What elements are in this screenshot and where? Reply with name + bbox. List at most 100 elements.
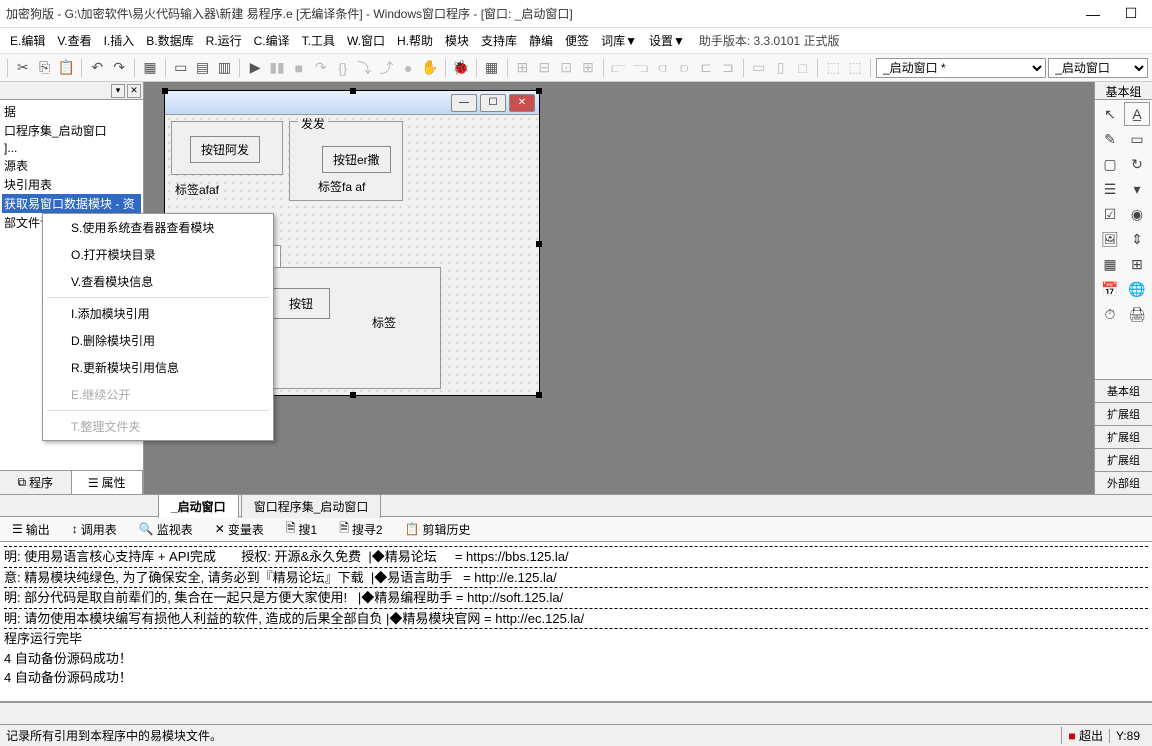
toolbox-tab-external[interactable]: 外部组 [1095, 471, 1152, 494]
form-frame[interactable]: 按钮阿发 [171, 121, 283, 175]
check-tool-icon[interactable]: ☑ [1097, 202, 1123, 226]
window-combo[interactable]: _启动窗口 * [876, 58, 1046, 78]
out-tab-watch[interactable]: 🔍监视表 [131, 518, 201, 541]
out-tab-search2[interactable]: 🗎搜寻2 [331, 516, 390, 543]
out-tab-search1[interactable]: 🗎搜1 [278, 516, 325, 543]
menu-dict[interactable]: 词库▼ [595, 29, 643, 52]
form-label-2[interactable]: 标签fa af [318, 178, 365, 195]
form-label-1[interactable]: 标签afaf [175, 181, 219, 198]
grid-tool-icon[interactable]: ▦ [1097, 252, 1123, 276]
ctx-update-ref[interactable]: R.更新模块引用信息 [43, 354, 273, 381]
hand-icon[interactable]: ✋ [420, 57, 440, 79]
image-tool-icon[interactable]: 🖼 [1097, 227, 1123, 251]
grid-icon[interactable]: ▦ [482, 57, 502, 79]
undo-icon[interactable]: ↶ [87, 57, 107, 79]
menu-insert[interactable]: I.插入 [98, 29, 141, 52]
stepover-icon[interactable]: ⤵ [355, 57, 375, 79]
align8-icon[interactable]: ⫐ [674, 57, 694, 79]
ctx-view-info[interactable]: V.查看模块信息 [43, 268, 273, 295]
component-combo[interactable]: _启动窗口 [1048, 58, 1148, 78]
align3-icon[interactable]: ⊡ [556, 57, 576, 79]
menu-run[interactable]: R.运行 [200, 29, 248, 52]
layout2-icon[interactable]: ▤ [193, 57, 213, 79]
menu-module[interactable]: 模块 [439, 29, 475, 52]
align7-icon[interactable]: ⫏ [653, 57, 673, 79]
tree-item[interactable]: 据 [2, 102, 141, 121]
align4-icon[interactable]: ⊞ [578, 57, 598, 79]
combo-tool-icon[interactable]: ▾ [1124, 177, 1150, 201]
align9-icon[interactable]: ⊏ [696, 57, 716, 79]
toolbox-tab-basic[interactable]: 基本组 [1095, 379, 1152, 402]
form-maximize-icon[interactable]: ☐ [480, 94, 506, 112]
tab-startup-window[interactable]: _启动窗口 [158, 494, 239, 518]
menu-static[interactable]: 静编 [523, 29, 559, 52]
align2-icon[interactable]: ⊟ [534, 57, 554, 79]
output-pane[interactable]: 明: 使用易语言核心支持库 + API完成 授权: 开源&永久免费 |◆精易论坛… [0, 542, 1152, 702]
form-button-3[interactable]: 按钮 [272, 288, 330, 319]
form-icon[interactable]: ▦ [140, 57, 160, 79]
breakpoint-icon[interactable]: ● [398, 57, 418, 79]
stepinto-icon[interactable]: {} [333, 57, 353, 79]
form-minimize-icon[interactable]: — [451, 94, 477, 112]
tree-item-selected[interactable]: 获取易窗口数据模块 - 资 [2, 194, 141, 213]
out-tab-calltable[interactable]: ↕调用表 [64, 518, 125, 541]
frame-tool-icon[interactable]: ▭ [1124, 127, 1150, 151]
label-tool-icon[interactable]: A̲ [1124, 102, 1150, 126]
out-tab-vars[interactable]: ✕变量表 [207, 518, 272, 541]
cut-icon[interactable]: ✂ [13, 57, 33, 79]
pointer-icon[interactable]: ↖ [1097, 102, 1123, 126]
toolbox-tab-ext1[interactable]: 扩展组 [1095, 402, 1152, 425]
tab-properties[interactable]: ☰属性 [72, 471, 144, 494]
panel-close-icon[interactable]: ✕ [127, 84, 141, 98]
scroll-tool-icon[interactable]: ⇕ [1124, 227, 1150, 251]
order1-icon[interactable]: ⬚ [823, 57, 843, 79]
out-tab-clip[interactable]: 📋剪辑历史 [397, 518, 479, 541]
globe-tool-icon[interactable]: 🌐 [1124, 277, 1150, 301]
out-tab-output[interactable]: ☰输出 [4, 518, 58, 541]
form-designer-canvas[interactable]: — ☐ ✕ 按钮阿发 发发 按钮er撒 标签fa af 标签afaf 按钮 标签 [144, 82, 1094, 494]
menu-settings[interactable]: 设置▼ [643, 29, 691, 52]
stop-icon[interactable]: ■ [289, 57, 309, 79]
print-tool-icon[interactable]: 🖨 [1124, 302, 1150, 326]
menu-edit[interactable]: E.编辑 [4, 29, 51, 52]
form-label-3[interactable]: 标签 [372, 314, 396, 331]
tree-item[interactable]: 口程序集_启动窗口 [2, 121, 141, 140]
form-close-icon[interactable]: ✕ [509, 94, 535, 112]
menu-database[interactable]: B.数据库 [140, 29, 199, 52]
toolbox-tab-ext3[interactable]: 扩展组 [1095, 448, 1152, 471]
menu-view[interactable]: V.查看 [51, 29, 97, 52]
form-button-2[interactable]: 按钮er撒 [322, 146, 391, 173]
form-frame-2[interactable]: 发发 按钮er撒 标签fa af [289, 121, 403, 201]
menu-help[interactable]: H.帮助 [391, 29, 439, 52]
table-tool-icon[interactable]: ⊞ [1124, 252, 1150, 276]
menu-compile[interactable]: C.编译 [248, 29, 296, 52]
edit-tool-icon[interactable]: ✎ [1097, 127, 1123, 151]
tab-window-procset[interactable]: 窗口程序集_启动窗口 [241, 494, 382, 518]
tree-item[interactable]: 源表 [2, 156, 141, 175]
size1-icon[interactable]: ▭ [749, 57, 769, 79]
layout1-icon[interactable]: ▭ [171, 57, 191, 79]
menu-support[interactable]: 支持库 [475, 29, 523, 52]
toolbox-tab-ext2[interactable]: 扩展组 [1095, 425, 1152, 448]
size3-icon[interactable]: □ [793, 57, 813, 79]
tree-item[interactable]: 块引用表 [2, 175, 141, 194]
timer-tool-icon[interactable]: ⏱ [1097, 302, 1123, 326]
ctx-open-folder[interactable]: O.打开模块目录 [43, 241, 273, 268]
menu-notes[interactable]: 便签 [559, 29, 595, 52]
run-icon[interactable]: ▶ [245, 57, 265, 79]
calendar-tool-icon[interactable]: 📅 [1097, 277, 1123, 301]
menu-tools[interactable]: T.工具 [296, 29, 341, 52]
size2-icon[interactable]: ▯ [771, 57, 791, 79]
pause-icon[interactable]: ▮▮ [267, 57, 287, 79]
debug-icon[interactable]: 🐞 [451, 57, 471, 79]
radio-tool-icon[interactable]: ◉ [1124, 202, 1150, 226]
panel-dropdown-icon[interactable]: ▾ [111, 84, 125, 98]
refresh-tool-icon[interactable]: ↻ [1124, 152, 1150, 176]
align10-icon[interactable]: ⊐ [718, 57, 738, 79]
button-tool-icon[interactable]: ▢ [1097, 152, 1123, 176]
layout3-icon[interactable]: ▥ [215, 57, 235, 79]
copy-icon[interactable]: ⎘ [35, 57, 55, 79]
order2-icon[interactable]: ⬚ [845, 57, 865, 79]
ctx-add-ref[interactable]: I.添加模块引用 [43, 300, 273, 327]
list-tool-icon[interactable]: ☰ [1097, 177, 1123, 201]
